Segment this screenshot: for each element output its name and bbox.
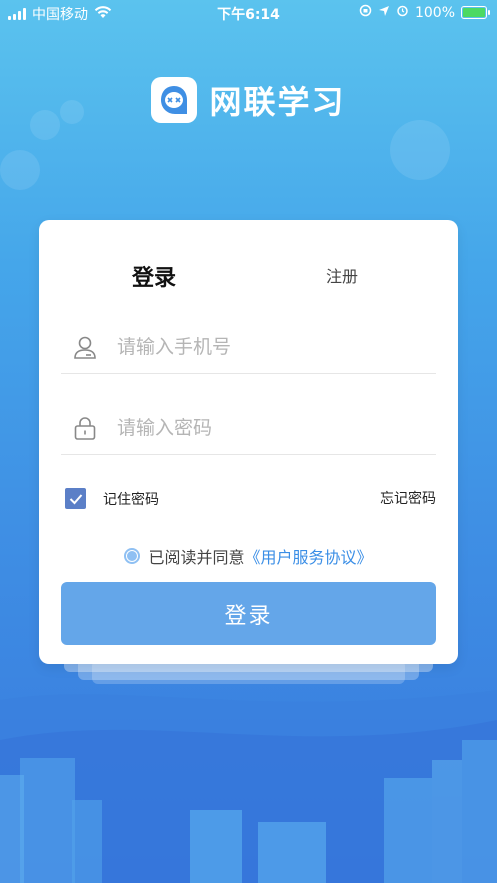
tab-login[interactable]: 登录 xyxy=(132,260,176,292)
bokeh-decoration xyxy=(390,120,450,180)
lock-icon xyxy=(71,414,99,442)
remember-password[interactable]: 记住密码 xyxy=(65,488,159,509)
user-icon xyxy=(71,333,99,361)
login-card: 登录 注册 记住密码 忘记密码 已阅读并同意《用户服务协议》 登录 xyxy=(39,220,458,664)
app-logo-icon xyxy=(151,77,198,123)
password-input[interactable] xyxy=(115,416,399,440)
city-illustration xyxy=(0,690,497,883)
alarm-icon xyxy=(396,4,409,21)
bokeh-decoration xyxy=(0,150,40,190)
battery-icon xyxy=(461,6,490,19)
user-agreement-link[interactable]: 《用户服务协议》 xyxy=(245,544,373,568)
status-bar: 中国移动 下午6:14 100% xyxy=(0,0,497,26)
tab-register[interactable]: 注册 xyxy=(326,263,358,287)
battery-percent: 100% xyxy=(414,4,455,21)
remember-checkbox[interactable] xyxy=(65,488,86,509)
phone-input[interactable] xyxy=(115,335,399,359)
password-field xyxy=(61,402,436,455)
location-icon xyxy=(378,5,390,21)
app-title: 网联学习 xyxy=(209,83,346,121)
agreement-text: 已阅读并同意 xyxy=(148,548,245,567)
agreement-row: 已阅读并同意 《用户服务协议》 xyxy=(39,544,458,568)
forgot-password-link[interactable]: 忘记密码 xyxy=(380,488,436,508)
check-icon xyxy=(69,493,82,504)
orientation-lock-icon xyxy=(359,4,372,21)
login-button[interactable]: 登录 xyxy=(61,582,436,645)
remember-label: 记住密码 xyxy=(103,491,159,508)
phone-field xyxy=(61,321,436,374)
brand-header: 网联学习 xyxy=(0,77,497,123)
agreement-radio[interactable] xyxy=(124,548,141,564)
